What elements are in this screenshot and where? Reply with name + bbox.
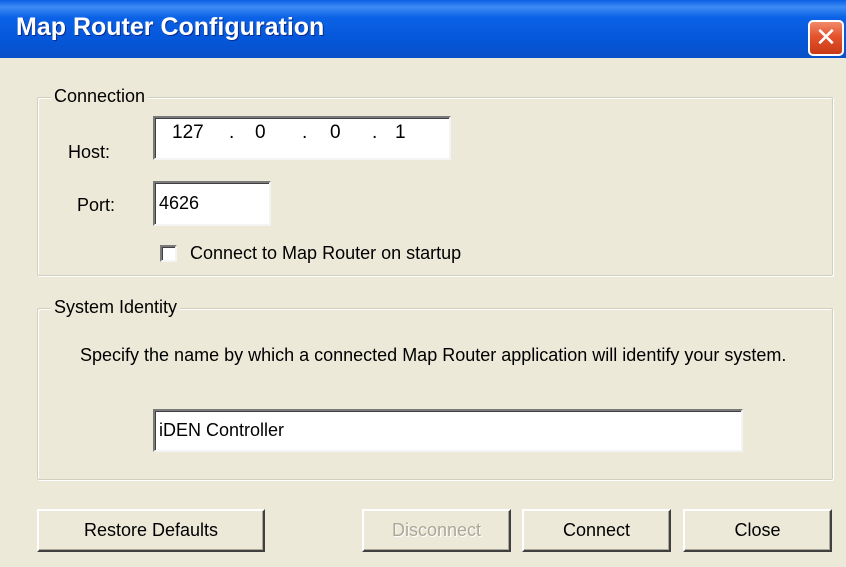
restore-defaults-button[interactable]: Restore Defaults: [37, 509, 265, 552]
dialog-window: Map Router Configuration ✕ Connection Ho…: [0, 0, 846, 567]
ip-separator: .: [302, 122, 308, 143]
port-label: Port:: [77, 195, 116, 215]
identity-description: Specify the name by which a connected Ma…: [80, 345, 787, 365]
host-octet-1: 127: [172, 122, 204, 143]
ip-separator: .: [229, 122, 235, 143]
window-title: Map Router Configuration: [16, 13, 325, 41]
close-button[interactable]: Close: [683, 509, 832, 552]
startup-checkbox-label[interactable]: Connect to Map Router on startup: [190, 243, 461, 264]
host-octet-3: 0: [330, 122, 341, 143]
host-label: Host:: [68, 142, 111, 162]
host-octet-4: 1: [395, 122, 406, 143]
system-identity-legend: System Identity: [51, 297, 181, 318]
startup-checkbox[interactable]: [160, 245, 177, 262]
port-input[interactable]: [153, 181, 271, 226]
ip-separator: .: [372, 122, 378, 143]
connection-legend: Connection: [51, 86, 149, 107]
close-icon[interactable]: ✕: [808, 20, 844, 56]
host-octet-2: 0: [255, 122, 266, 143]
system-name-input[interactable]: [153, 409, 743, 452]
title-bar[interactable]: Map Router Configuration ✕: [0, 0, 846, 58]
host-ip-field[interactable]: 127 . 0 . 0 . 1: [153, 116, 451, 160]
disconnect-button[interactable]: Disconnect: [362, 509, 511, 552]
system-identity-group: [37, 308, 833, 480]
connect-button[interactable]: Connect: [522, 509, 671, 552]
